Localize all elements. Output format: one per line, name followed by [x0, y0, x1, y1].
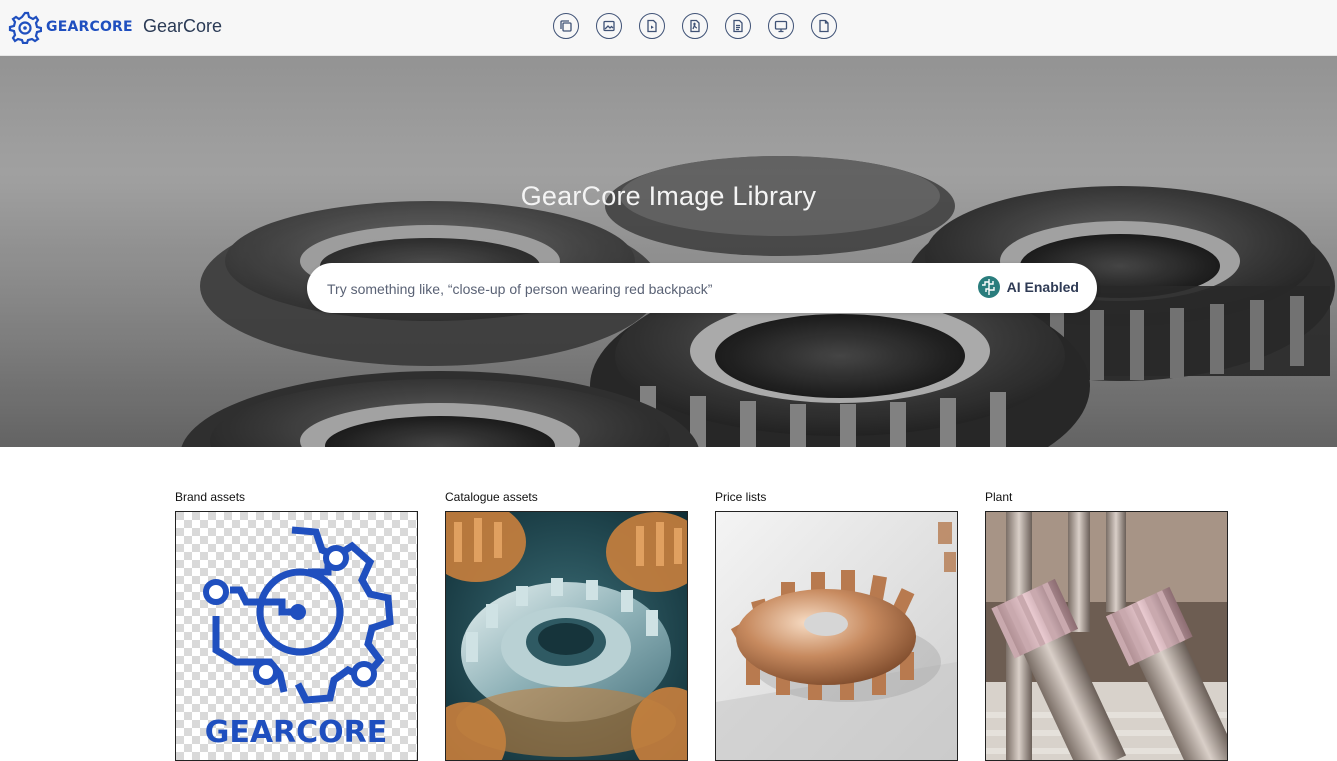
collections-icon [560, 20, 572, 32]
hero-banner: GearCore Image Library AI Enabled [0, 56, 1337, 447]
images-button[interactable] [596, 13, 622, 39]
collection-card-brand-assets[interactable]: Brand assets GEARCORE [175, 490, 418, 761]
files-button[interactable] [811, 13, 837, 39]
collection-thumbnail[interactable]: GEARCORE [175, 511, 418, 761]
presentation-icon [774, 20, 788, 33]
search-input[interactable] [325, 263, 949, 315]
collection-card-catalogue-assets[interactable]: Catalogue assets [445, 490, 688, 761]
gear-circuit-logo-icon [8, 11, 42, 44]
pdf-icon [690, 19, 700, 33]
collection-label: Catalogue assets [445, 490, 538, 504]
app-name[interactable]: GearCore [143, 16, 222, 37]
ai-enabled-label: AI Enabled [1006, 279, 1079, 295]
gears-background-image [0, 56, 1337, 447]
file-icon [819, 19, 829, 33]
collection-thumbnail[interactable] [715, 511, 958, 761]
videos-button[interactable] [639, 13, 665, 39]
library-title: GearCore Image Library [520, 181, 817, 211]
collection-label: Brand assets [175, 490, 246, 504]
collections-grid: Brand assets GEARCORE Catalogue assets P… [175, 490, 1229, 761]
top-navigation-bar: GEARCORE GearCore [0, 0, 1337, 56]
document-icon [733, 19, 743, 33]
thumbnail-wordmark: GEARCORE [205, 715, 388, 750]
ai-brain-icon [977, 276, 1000, 298]
gearcore-logo[interactable]: GEARCORE [8, 9, 133, 45]
logo-wordmark: GEARCORE [46, 19, 133, 35]
collection-card-price-lists[interactable]: Price lists [715, 490, 958, 761]
pdf-button[interactable] [682, 13, 708, 39]
collection-thumbnail[interactable] [985, 511, 1228, 761]
search-bar: AI Enabled [307, 263, 1097, 315]
gear-shafts-thumbnail [986, 512, 1227, 760]
asset-type-toolbar [553, 13, 837, 39]
collection-label: Plant [985, 490, 1013, 504]
image-icon [603, 20, 615, 32]
gearcore-logo-thumbnail: GEARCORE [176, 512, 417, 760]
collection-card-plant[interactable]: Plant [985, 490, 1228, 761]
documents-button[interactable] [725, 13, 751, 39]
collections-button[interactable] [553, 13, 579, 39]
ai-enabled-badge[interactable]: AI Enabled [977, 275, 1079, 299]
collection-label: Price lists [715, 490, 767, 504]
copper-gear-thumbnail [716, 512, 957, 760]
presentations-button[interactable] [768, 13, 794, 39]
collection-thumbnail[interactable] [445, 511, 688, 761]
teal-gear-thumbnail [446, 512, 687, 760]
video-icon [647, 19, 657, 33]
